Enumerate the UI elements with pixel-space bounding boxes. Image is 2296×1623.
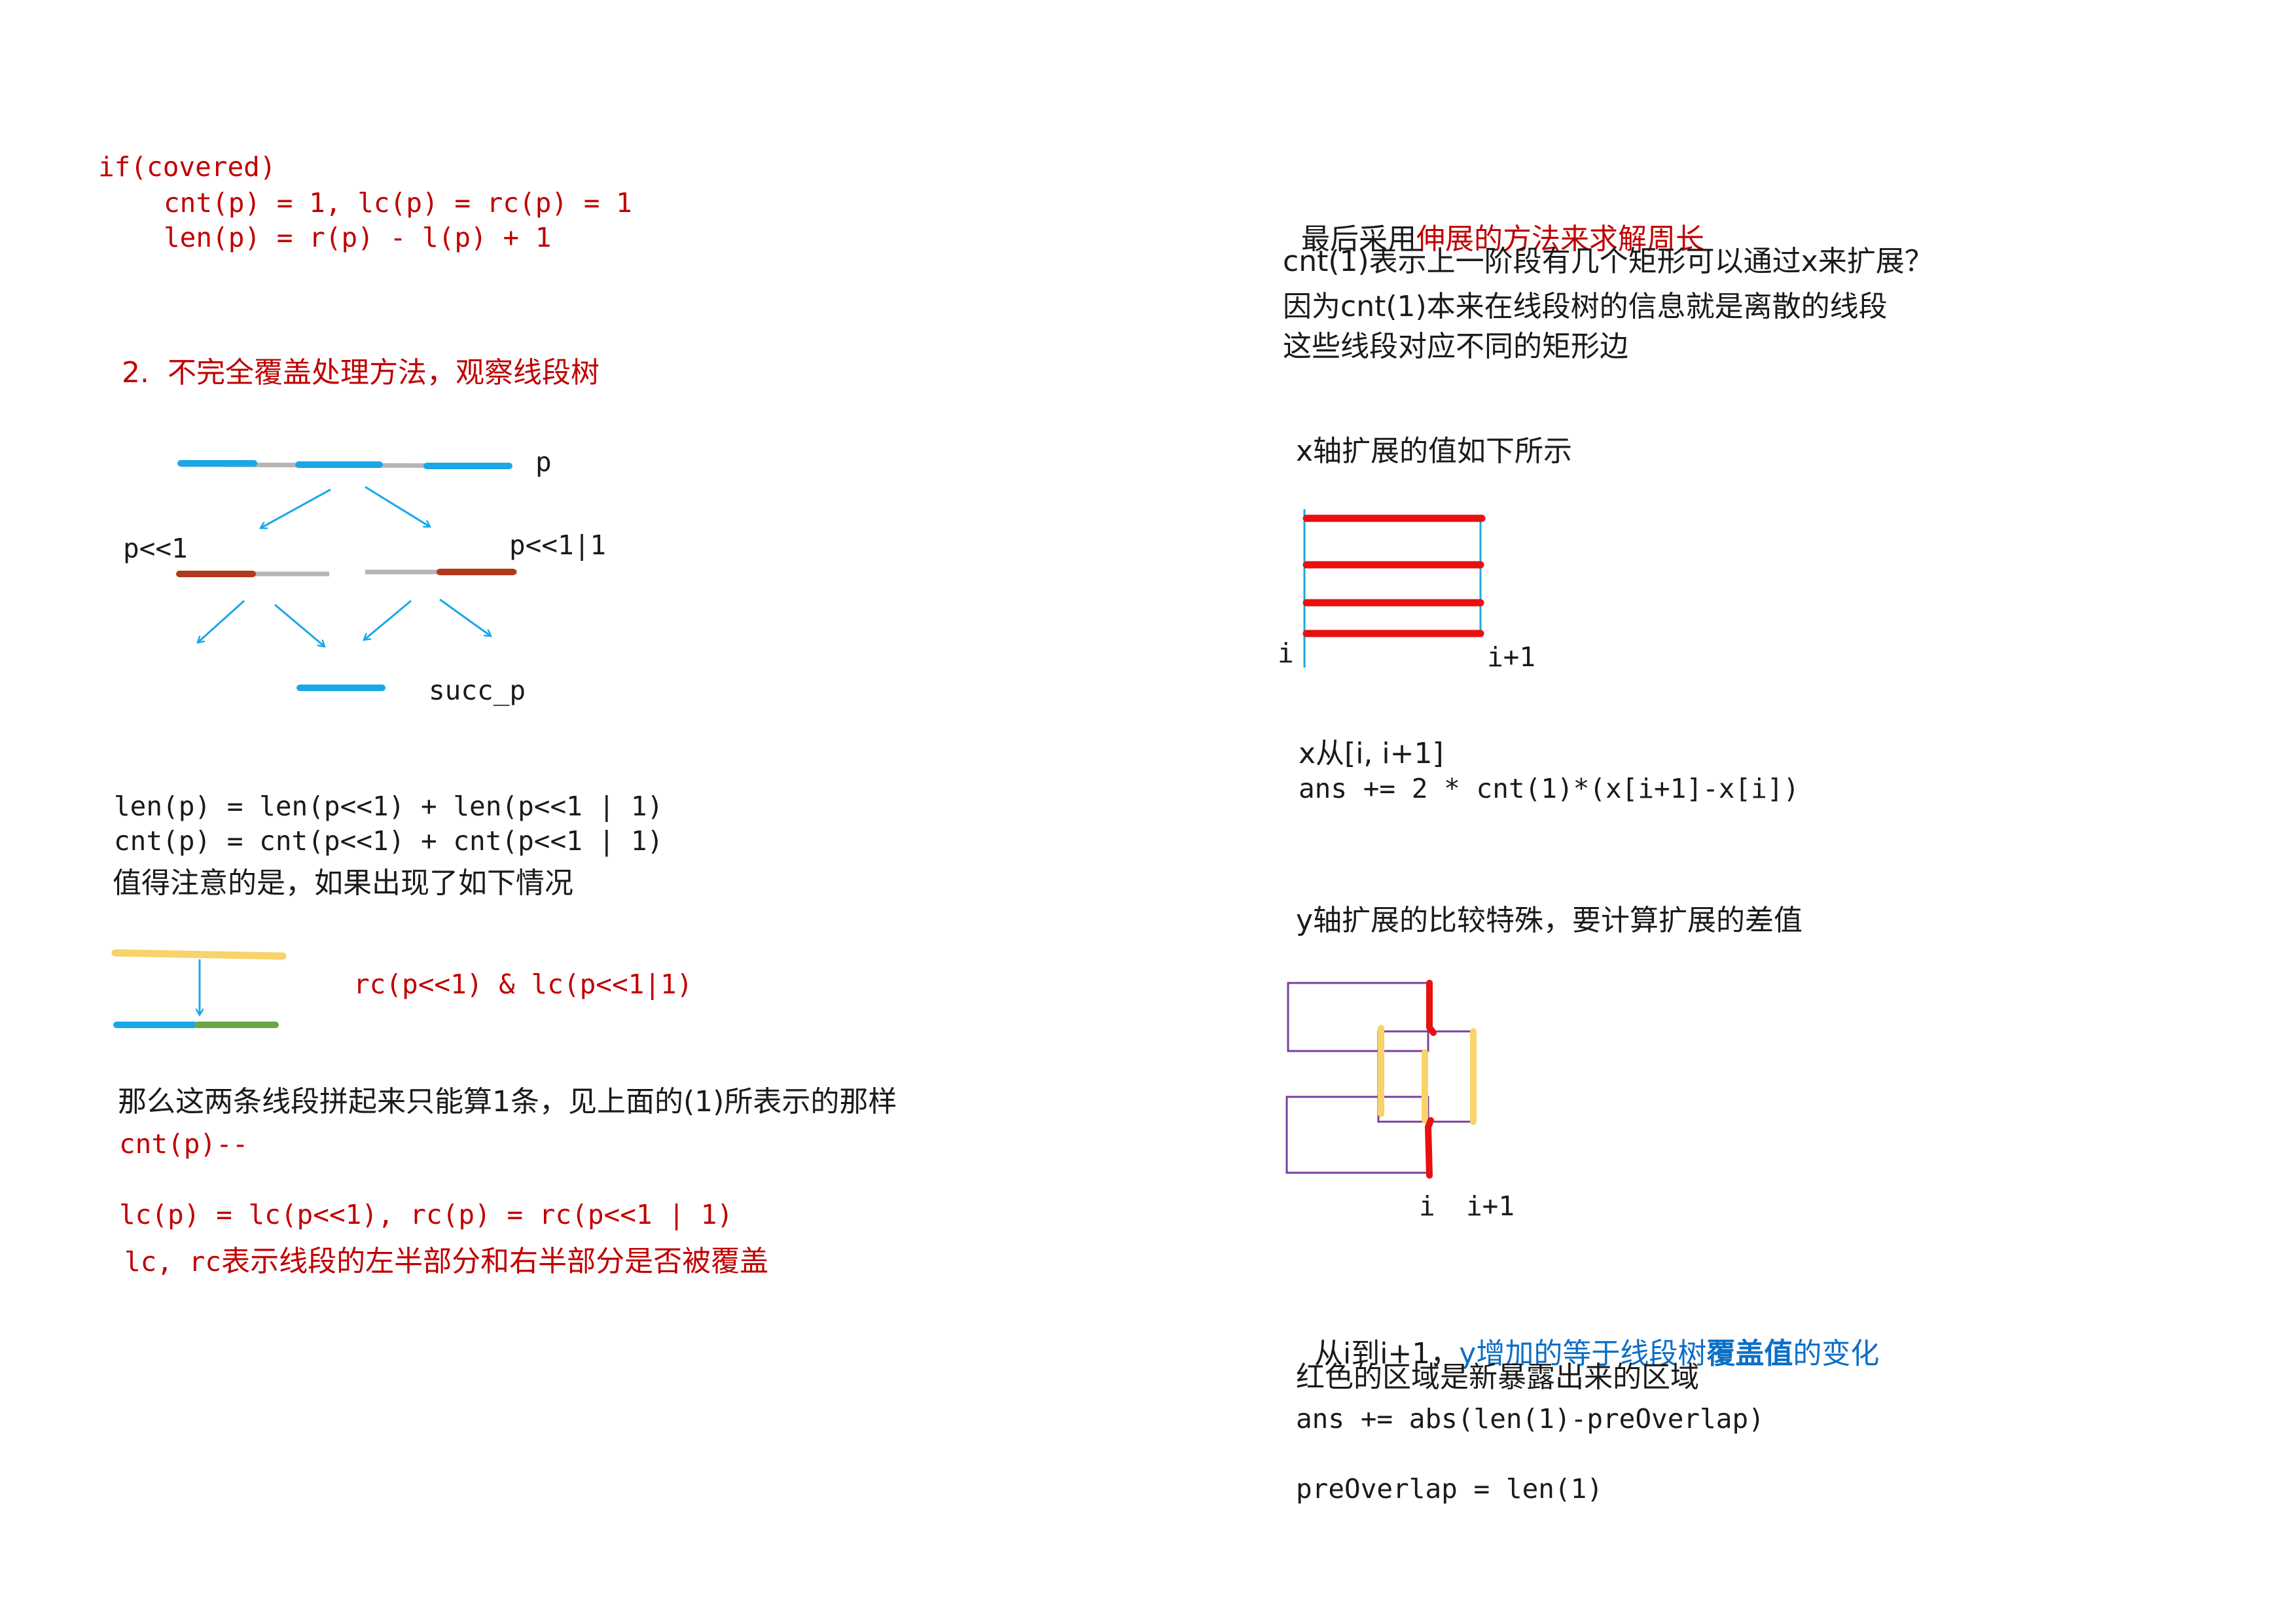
arrow-p-to-right [365,486,430,528]
x-expansion-diagram [1302,509,1486,668]
diagram-layer [111,460,1486,1179]
y-rect-bottom-left [1285,1096,1429,1174]
arrow-left-to-ll [198,599,245,643]
arrow-right-to-rl [364,599,412,640]
y-expansion-diagram [1285,980,1477,1179]
arrow-left-to-lr [274,603,325,647]
merge-example [111,949,287,1028]
node-p-segments [177,460,512,469]
arrow-p-to-left [260,488,331,528]
y-red-exposed-bottom [1425,1117,1434,1179]
y-red-exposed-top [1426,980,1437,1036]
merge-yellow-segment [111,949,287,960]
y-rect-top-left [1287,982,1429,1052]
arrow-right-to-rr [439,598,491,636]
